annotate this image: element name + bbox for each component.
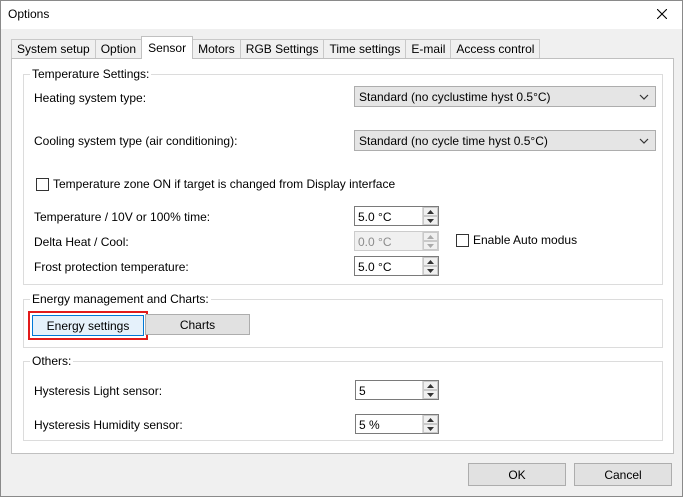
spin-up-button[interactable] [423,415,438,424]
spin-up-button[interactable] [423,257,438,266]
tab-motors[interactable]: Motors [192,39,241,58]
close-button[interactable] [646,2,678,26]
arrow-down-icon [427,218,434,223]
auto-modus-checkbox[interactable] [456,234,469,247]
spin-down-button[interactable] [423,216,438,225]
tab-rgb-settings[interactable]: RGB Settings [239,39,325,58]
arrow-down-icon [427,268,434,273]
hysteresis-light-spinbox[interactable]: 5 [355,380,439,400]
tab-strip: System setup Option Sensor Motors RGB Se… [11,36,541,59]
tab-time-settings[interactable]: Time settings [323,39,407,58]
cooling-system-value: Standard (no cycle time hyst 0.5°C) [359,133,548,148]
tab-access-control[interactable]: Access control [450,39,541,58]
spin-up-button[interactable] [423,207,438,216]
charts-button[interactable]: Charts [145,314,250,335]
title-bar: Options [1,1,682,29]
temperature-zone-checkbox[interactable] [36,178,49,191]
cooling-system-select[interactable]: Standard (no cycle time hyst 0.5°C) [354,130,656,151]
temp-time-spinbox[interactable]: 5.0 °C [354,206,439,226]
spin-up-button [423,232,438,241]
hysteresis-light-value: 5 [359,384,366,398]
ok-button[interactable]: OK [468,463,566,486]
arrow-up-icon [427,259,434,264]
hysteresis-humidity-value: 5 % [359,418,380,432]
frost-protection-value: 5.0 °C [358,260,392,274]
spin-down-button[interactable] [423,390,438,399]
close-icon [657,9,667,19]
hysteresis-humidity-label: Hysteresis Humidity sensor: [34,418,183,432]
heating-system-value: Standard (no cyclustime hyst 0.5°C) [359,89,551,104]
tab-system-setup[interactable]: System setup [11,39,96,58]
delta-heat-cool-label: Delta Heat / Cool: [34,235,129,249]
temperature-zone-label: Temperature zone ON if target is changed… [53,177,396,191]
spin-down-button [423,241,438,250]
cancel-button[interactable]: Cancel [574,463,672,486]
frost-protection-spinbox[interactable]: 5.0 °C [354,256,439,276]
arrow-up-icon [427,383,434,388]
hysteresis-light-label: Hysteresis Light sensor: [34,384,163,398]
temp-time-value: 5.0 °C [358,210,392,224]
energy-management-group: Energy management and Charts: Energy set… [23,292,663,348]
options-dialog: Options System setup Option Sensor Motor… [0,0,683,497]
energy-settings-button[interactable]: Energy settings [32,315,144,336]
group-title-temperature: Temperature Settings: [30,67,152,81]
heating-system-select[interactable]: Standard (no cyclustime hyst 0.5°C) [354,86,656,107]
arrow-down-icon [427,426,434,431]
window-title: Options [8,7,50,21]
auto-modus-label: Enable Auto modus [473,233,578,247]
frost-protection-label: Frost protection temperature: [34,260,189,274]
chevron-down-icon [639,94,649,100]
arrow-up-icon [427,209,434,214]
tab-option[interactable]: Option [94,39,143,58]
temperature-settings-group: Temperature Settings: Heating system typ… [23,67,663,285]
spin-down-button[interactable] [423,424,438,433]
spin-up-button[interactable] [423,381,438,390]
heating-system-label: Heating system type: [34,91,147,105]
chevron-down-icon [639,138,649,144]
tab-sensor[interactable]: Sensor [141,36,194,59]
others-group: Others: Hysteresis Light sensor: 5 Hyste… [23,354,663,441]
delta-heat-cool-value: 0.0 °C [358,235,392,249]
group-title-others: Others: [30,354,74,368]
group-title-energy: Energy management and Charts: [30,292,211,306]
arrow-down-icon [427,392,434,397]
cooling-system-label: Cooling system type (air conditioning): [34,134,238,148]
sensor-tab-panel: Temperature Settings: Heating system typ… [11,58,674,454]
arrow-up-icon [427,234,434,239]
hysteresis-humidity-spinbox[interactable]: 5 % [355,414,439,434]
arrow-down-icon [427,243,434,248]
delta-heat-cool-spinbox: 0.0 °C [354,231,439,251]
temp-time-label: Temperature / 10V or 100% time: [34,210,211,224]
spin-down-button[interactable] [423,266,438,275]
tab-email[interactable]: E-mail [405,39,452,58]
arrow-up-icon [427,417,434,422]
